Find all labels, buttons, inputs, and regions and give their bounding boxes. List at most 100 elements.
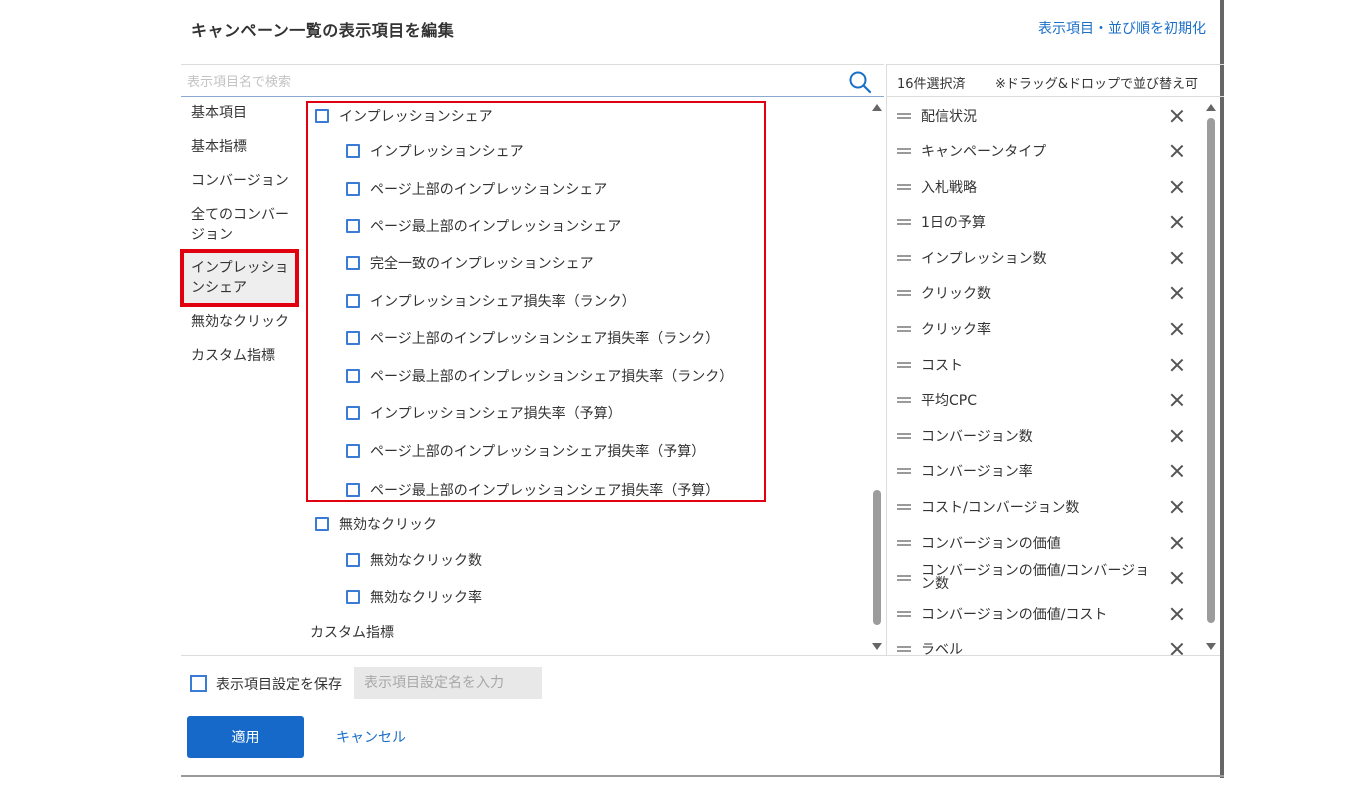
selected-item[interactable]: コンバージョン数 [887,419,1187,453]
save-settings-label: 表示項目設定を保存 [216,677,342,693]
drag-drop-note: ※ドラッグ&ドロップで並び替え可 [995,77,1199,92]
scroll-up-icon[interactable] [872,104,882,111]
drag-handle-icon[interactable] [897,468,911,474]
field-label: 無効なクリック数 [370,553,482,569]
remove-icon[interactable] [1169,321,1185,337]
field-invalid-clicks[interactable]: 無効なクリック数 [346,550,482,570]
remove-icon[interactable] [1169,641,1185,655]
category-basic-items[interactable]: 基本項目 [191,103,301,123]
drag-handle-icon[interactable] [897,433,911,439]
selected-item[interactable]: 1日の予算 [887,205,1187,239]
checkbox[interactable] [315,517,329,531]
selected-item[interactable]: ラベル [887,632,1187,655]
category-invalid-clicks[interactable]: 無効なクリック [191,312,301,332]
selected-item-label: コスト/コンバージョン数 [921,500,1080,516]
scrollbar-thumb[interactable] [873,490,881,625]
selected-item[interactable]: 入札戦略 [887,170,1187,204]
category-conversion[interactable]: コンバージョン [191,171,301,191]
remove-icon[interactable] [1169,499,1185,515]
remove-icon[interactable] [1169,214,1185,230]
drag-handle-icon[interactable] [897,362,911,368]
selected-item-label: インプレッション数 [921,251,1047,267]
dialog-right-border [1220,0,1224,778]
remove-icon[interactable] [1169,570,1185,586]
selected-list-scrollbar[interactable] [1205,100,1217,652]
selected-item-label: コンバージョンの価値/コンバージョン数 [921,563,1150,592]
selected-item-label: コンバージョン数 [921,429,1033,445]
field-highlight-box [306,101,766,502]
search-icon[interactable] [848,70,872,94]
search-bar [181,64,884,97]
drag-handle-icon[interactable] [897,255,911,261]
checkbox[interactable] [346,590,360,604]
reset-columns-link[interactable]: 表示項目・並び順を初期化 [1038,18,1206,38]
field-label: 無効なクリック率 [370,590,482,606]
selected-count: 16件選択済 [897,77,966,92]
apply-button[interactable]: 適用 [187,716,304,758]
selected-item-label: 配信状況 [921,109,977,125]
field-list-scrollbar[interactable] [871,100,883,652]
drag-handle-icon[interactable] [897,113,911,119]
drag-handle-icon[interactable] [897,540,911,546]
scroll-down-icon[interactable] [872,643,882,650]
selected-item-label: コンバージョンの価値 [921,536,1061,552]
save-settings-checkbox[interactable] [190,675,207,692]
selected-item-label: 1日の予算 [921,215,986,231]
remove-icon[interactable] [1169,357,1185,373]
remove-icon[interactable] [1169,285,1185,301]
field-invalid-click-rate[interactable]: 無効なクリック率 [346,587,482,607]
drag-handle-icon[interactable] [897,504,911,510]
drag-handle-icon[interactable] [897,148,911,154]
selected-item[interactable]: コスト [887,348,1187,382]
remove-icon[interactable] [1169,179,1185,195]
selected-item[interactable]: コンバージョンの価値/コスト [887,597,1187,631]
remove-icon[interactable] [1169,108,1185,124]
group-custom-metrics: カスタム指標 [310,625,394,641]
drag-handle-icon[interactable] [897,184,911,190]
selected-item[interactable]: クリック数 [887,276,1187,310]
remove-icon[interactable] [1169,463,1185,479]
category-custom-metrics[interactable]: カスタム指標 [191,346,301,366]
search-input[interactable] [185,71,829,93]
selected-item[interactable]: コンバージョンの価値/コンバージョン数 [887,561,1187,595]
checkbox[interactable] [346,553,360,567]
selected-item-label: ラベル [921,642,963,655]
remove-icon[interactable] [1169,428,1185,444]
scroll-up-icon[interactable] [1206,104,1216,111]
drag-handle-icon[interactable] [897,397,911,403]
selected-item[interactable]: コンバージョンの価値 [887,526,1187,560]
dialog-bottom-border [181,775,1224,777]
selected-item[interactable]: 配信状況 [887,99,1187,133]
remove-icon[interactable] [1169,535,1185,551]
remove-icon[interactable] [1169,392,1185,408]
selected-item-label: キャンペーンタイプ [921,144,1047,160]
selected-item[interactable]: 平均CPC [887,383,1187,417]
cancel-link[interactable]: キャンセル [336,727,406,747]
settings-name-input[interactable] [354,667,542,699]
drag-handle-icon[interactable] [897,575,911,581]
selected-item-label: 平均CPC [921,393,977,409]
selected-item[interactable]: インプレッション数 [887,241,1187,275]
group-label: 無効なクリック [339,517,437,533]
group-invalid-clicks[interactable]: 無効なクリック [315,514,437,534]
remove-icon[interactable] [1169,143,1185,159]
selected-item-label: コンバージョンの価値/コスト [921,607,1108,623]
category-basic-metrics[interactable]: 基本指標 [191,137,301,157]
selected-item[interactable]: クリック率 [887,312,1187,346]
selected-item[interactable]: キャンペーンタイプ [887,134,1187,168]
remove-icon[interactable] [1169,606,1185,622]
scrollbar-thumb[interactable] [1207,118,1215,623]
selected-item[interactable]: コンバージョン率 [887,454,1187,488]
drag-handle-icon[interactable] [897,219,911,225]
drag-handle-icon[interactable] [897,646,911,652]
selected-columns-list: 配信状況 キャンペーンタイプ 入札戦略 1日の予算 インプレッション数 クリック… [886,97,1205,655]
remove-icon[interactable] [1169,250,1185,266]
category-all-conversions[interactable]: 全てのコンバージョン [191,205,291,245]
selected-item-label: コスト [921,358,963,374]
drag-handle-icon[interactable] [897,290,911,296]
category-highlight-box [180,249,299,307]
drag-handle-icon[interactable] [897,326,911,332]
drag-handle-icon[interactable] [897,611,911,617]
selected-item[interactable]: コスト/コンバージョン数 [887,490,1187,524]
scroll-down-icon[interactable] [1206,643,1216,650]
